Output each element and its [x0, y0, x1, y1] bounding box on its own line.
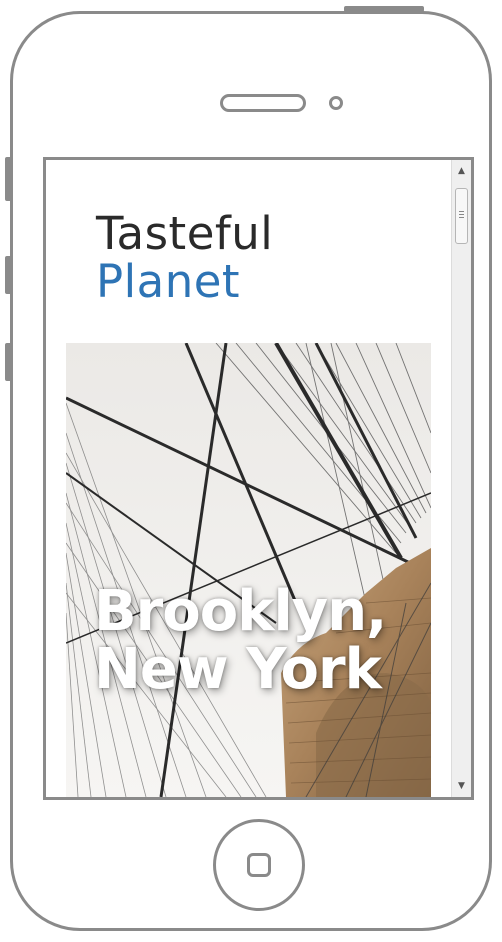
- hero-image: Brooklyn, New York: [66, 343, 431, 797]
- bridge-photo: [66, 343, 431, 797]
- hero-title-line1: Brooklyn,: [94, 579, 387, 644]
- home-square-icon: [247, 853, 271, 877]
- volume-up-button: [5, 256, 13, 294]
- home-button[interactable]: [213, 819, 305, 911]
- scroll-down-arrow-icon[interactable]: ▼: [452, 777, 471, 795]
- logo-word-tasteful: Tasteful: [96, 207, 274, 260]
- thumb-grip-line: [459, 211, 464, 212]
- page-content: Tasteful Planet Brooklyn, New York: [46, 160, 451, 797]
- thumb-grip-line: [459, 214, 464, 215]
- front-camera: [329, 96, 343, 110]
- scrollbar-thumb[interactable]: [455, 188, 468, 244]
- thumb-grip-line: [459, 217, 464, 218]
- phone-screen: Tasteful Planet Brooklyn, New York ▲ ▼: [43, 157, 474, 800]
- hero-title: Brooklyn, New York: [94, 579, 387, 702]
- hero-title-line2: New York: [94, 637, 382, 702]
- scroll-up-arrow-icon[interactable]: ▲: [452, 162, 471, 180]
- mute-switch: [5, 157, 13, 201]
- speaker-grille: [220, 94, 306, 112]
- logo-word-planet: Planet: [96, 255, 241, 308]
- power-button: [344, 6, 424, 12]
- volume-down-button: [5, 343, 13, 381]
- site-logo[interactable]: Tasteful Planet: [96, 210, 273, 306]
- vertical-scrollbar[interactable]: ▲ ▼: [451, 160, 471, 797]
